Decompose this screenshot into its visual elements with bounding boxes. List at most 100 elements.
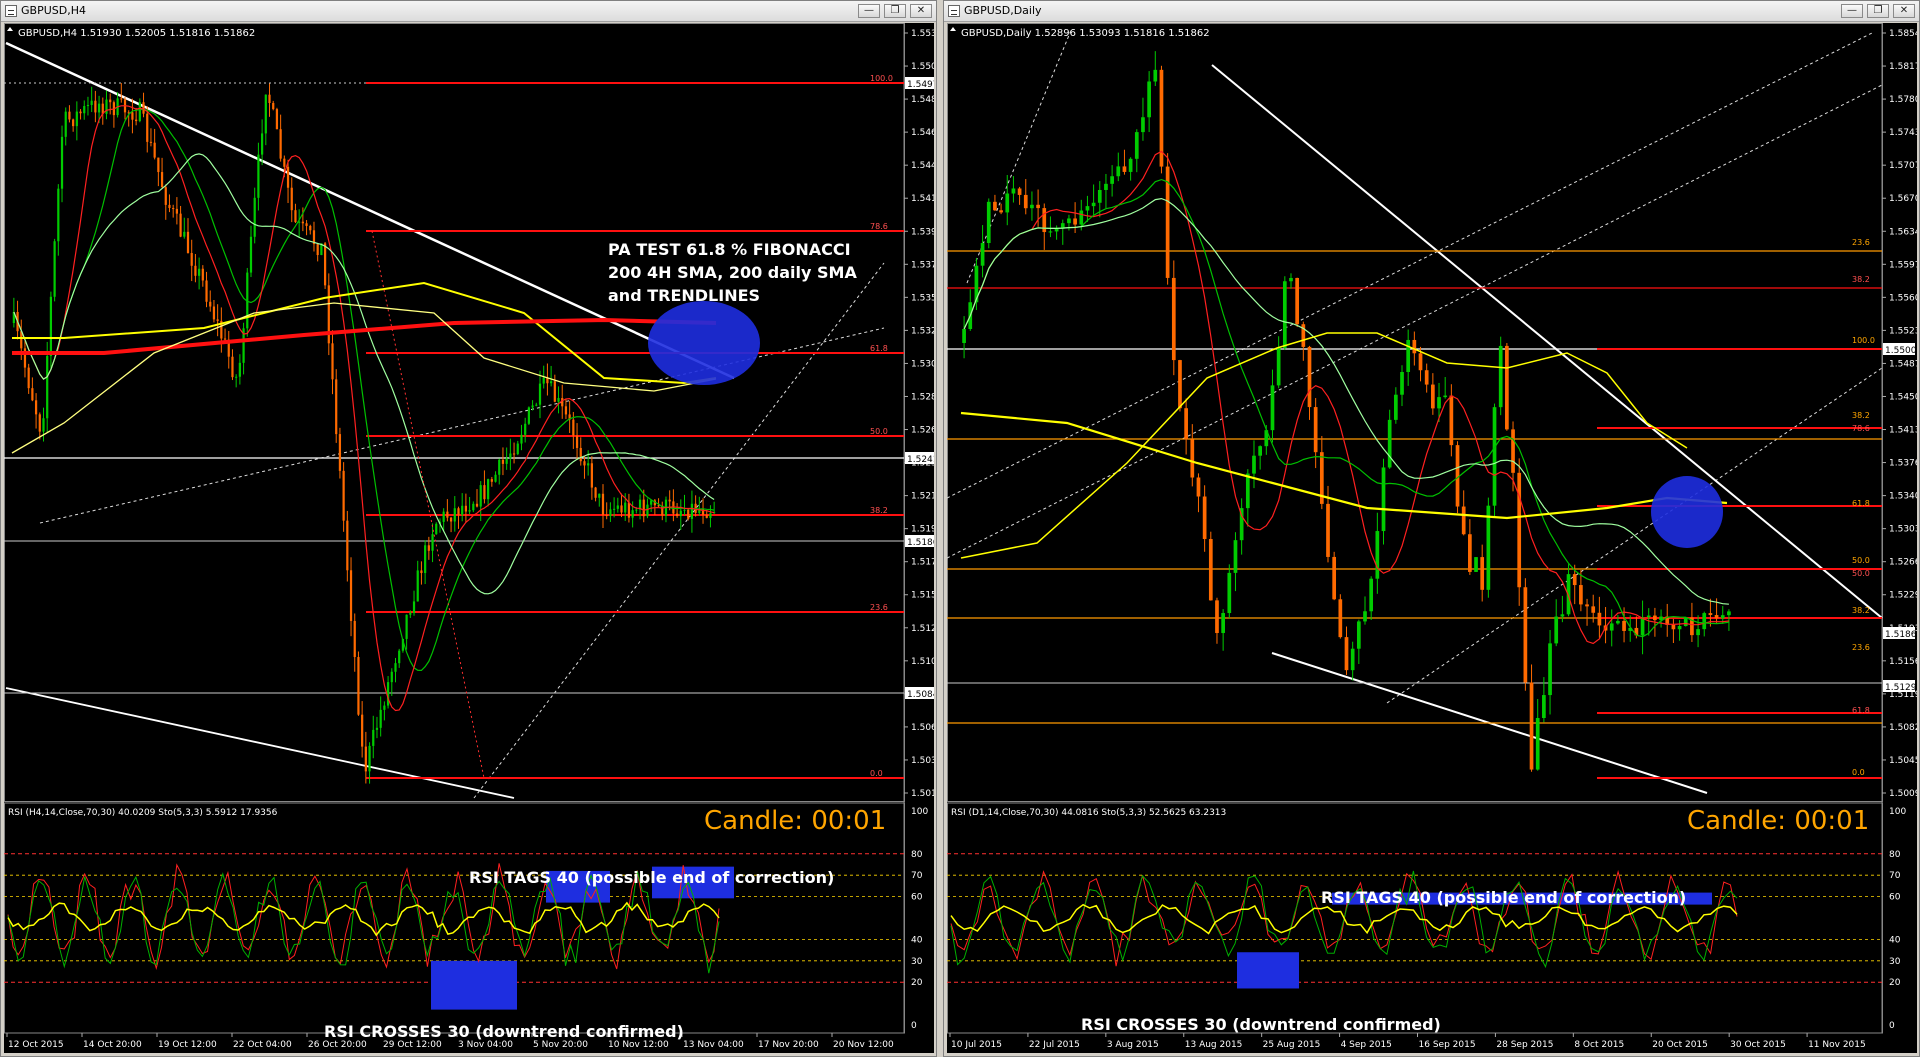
candle-body bbox=[1282, 281, 1287, 348]
close-button[interactable]: ✕ bbox=[1893, 4, 1915, 18]
price-axis-label: 1.5303 bbox=[1889, 525, 1917, 535]
candle-body bbox=[60, 136, 64, 189]
price-axis-label: 1.5340 bbox=[1889, 492, 1917, 502]
candle-body bbox=[1702, 613, 1707, 630]
candle-body bbox=[1554, 616, 1559, 644]
candle-body bbox=[257, 154, 260, 198]
rsi-note-tags: RSI TAGS 40 (possible end of correction) bbox=[1321, 888, 1686, 907]
candle-body bbox=[1227, 572, 1232, 614]
candle-body bbox=[409, 613, 412, 615]
time-axis-label: 19 Oct 12:00 bbox=[158, 1040, 217, 1050]
candle-body bbox=[657, 505, 660, 507]
close-button[interactable]: ✕ bbox=[910, 4, 932, 18]
minimize-button[interactable]: — bbox=[858, 4, 880, 18]
candle-body bbox=[564, 406, 568, 415]
candle-body bbox=[453, 508, 456, 522]
candle-body bbox=[479, 485, 482, 507]
candle-body bbox=[512, 453, 516, 455]
indicator-axis-label: 40 bbox=[911, 935, 923, 945]
price-pane-border bbox=[947, 23, 1883, 802]
minimize-button[interactable]: — bbox=[1841, 4, 1863, 18]
candle-body bbox=[1523, 587, 1528, 683]
candle-body bbox=[598, 493, 601, 498]
candle-body bbox=[424, 545, 427, 574]
candle-body bbox=[494, 474, 497, 482]
indicator-header: RSI (D1,14,Close,70,30) 44.0816 Sto(5,3,… bbox=[951, 808, 1226, 818]
price-axis-label: 1.5413 bbox=[1889, 426, 1917, 436]
candle-body bbox=[1529, 682, 1534, 770]
window-titlebar[interactable]: GBPUSD,H4 — ❐ ✕ bbox=[1, 1, 936, 22]
price-axis-label: 1.5817 bbox=[1889, 62, 1917, 72]
candle-body bbox=[1196, 477, 1201, 497]
time-axis-label: 3 Aug 2015 bbox=[1107, 1040, 1159, 1050]
price-axis-label: 1.5485 bbox=[911, 95, 934, 105]
candle-body bbox=[464, 505, 468, 512]
candle-body bbox=[435, 523, 438, 535]
candle-body bbox=[609, 509, 612, 517]
price-axis-label: 1.5376 bbox=[1889, 459, 1917, 469]
time-axis-label: 5 Nov 20:00 bbox=[533, 1040, 588, 1050]
price-axis-label: 1.5194 bbox=[911, 525, 934, 535]
candle-body bbox=[1579, 585, 1583, 605]
candle-body bbox=[1363, 611, 1367, 622]
candle-body bbox=[420, 570, 423, 574]
window-title: GBPUSD,H4 bbox=[21, 4, 86, 17]
candle-body bbox=[1245, 473, 1250, 509]
candle-body bbox=[1356, 621, 1361, 649]
chart-area-daily[interactable]: GBPUSD,Daily 1.52896 1.53093 1.51816 1.5… bbox=[947, 23, 1917, 1053]
candle-body bbox=[498, 459, 501, 475]
window-titlebar[interactable]: GBPUSD,Daily — ❐ ✕ bbox=[944, 1, 1919, 22]
price-axis-label: 1.5009 bbox=[1889, 789, 1917, 799]
time-axis-label: 8 Oct 2015 bbox=[1574, 1040, 1624, 1050]
candle-body bbox=[1560, 614, 1565, 617]
candle-body bbox=[601, 493, 605, 515]
restore-button[interactable]: ❐ bbox=[884, 4, 906, 18]
restore-button[interactable]: ❐ bbox=[1867, 4, 1889, 18]
indicator-axis-label: 80 bbox=[1889, 850, 1901, 860]
price-axis-label: 1.5172 bbox=[911, 558, 934, 568]
candle-body bbox=[490, 479, 493, 482]
candle-body bbox=[42, 418, 45, 432]
candle-body bbox=[346, 520, 349, 571]
candle-body bbox=[962, 329, 966, 343]
rsi-note-crosses: RSI CROSSES 30 (downtrend confirmed) bbox=[324, 1022, 684, 1041]
candle-body bbox=[316, 244, 319, 256]
candle-body bbox=[1190, 439, 1195, 478]
candle-body bbox=[501, 459, 505, 464]
candle-body bbox=[1171, 277, 1176, 361]
candle-body bbox=[97, 103, 101, 113]
fib-label: 61.8 bbox=[1852, 499, 1870, 508]
indicator-axis-label: 20 bbox=[1889, 978, 1901, 988]
time-axis-label: 16 Sep 2015 bbox=[1419, 1040, 1476, 1050]
candle-body bbox=[135, 119, 138, 122]
time-axis-label: 28 Sep 2015 bbox=[1496, 1040, 1553, 1050]
candle-body bbox=[1714, 615, 1719, 619]
rsi-note-tags: RSI TAGS 40 (possible end of correction) bbox=[469, 868, 834, 887]
candle-body bbox=[153, 142, 156, 158]
candle-body bbox=[235, 376, 238, 378]
candle-body bbox=[309, 225, 312, 231]
time-axis-label: 25 Aug 2015 bbox=[1263, 1040, 1321, 1050]
candle-body bbox=[146, 113, 149, 142]
indicator-axis-label: 80 bbox=[911, 850, 923, 860]
candle-body bbox=[1122, 166, 1127, 172]
candle-body bbox=[1369, 578, 1374, 612]
candle-body bbox=[1720, 615, 1725, 619]
time-axis-label: 13 Aug 2015 bbox=[1185, 1040, 1243, 1050]
candle-body bbox=[516, 443, 519, 455]
price-axis-label: 1.5306 bbox=[911, 359, 934, 369]
candle-body bbox=[260, 133, 264, 155]
candle-body bbox=[379, 709, 382, 728]
candle-body bbox=[1486, 505, 1491, 590]
chart-area-h4[interactable]: GBPUSD,H4 1.51930 1.52005 1.51816 1.5186… bbox=[4, 23, 934, 1053]
candle-body bbox=[372, 729, 375, 746]
candle-body bbox=[209, 301, 212, 307]
price-axis-label: 1.5105 bbox=[911, 657, 934, 667]
fib-label: 78.6 bbox=[870, 222, 888, 231]
candle-body bbox=[687, 509, 690, 519]
candle-body bbox=[475, 503, 479, 507]
candle-body bbox=[1393, 394, 1398, 420]
candle-body bbox=[705, 514, 708, 518]
price-axis-label: 1.5396 bbox=[911, 227, 934, 237]
annotation-text: 200 4H SMA, 200 daily SMA bbox=[608, 263, 857, 282]
